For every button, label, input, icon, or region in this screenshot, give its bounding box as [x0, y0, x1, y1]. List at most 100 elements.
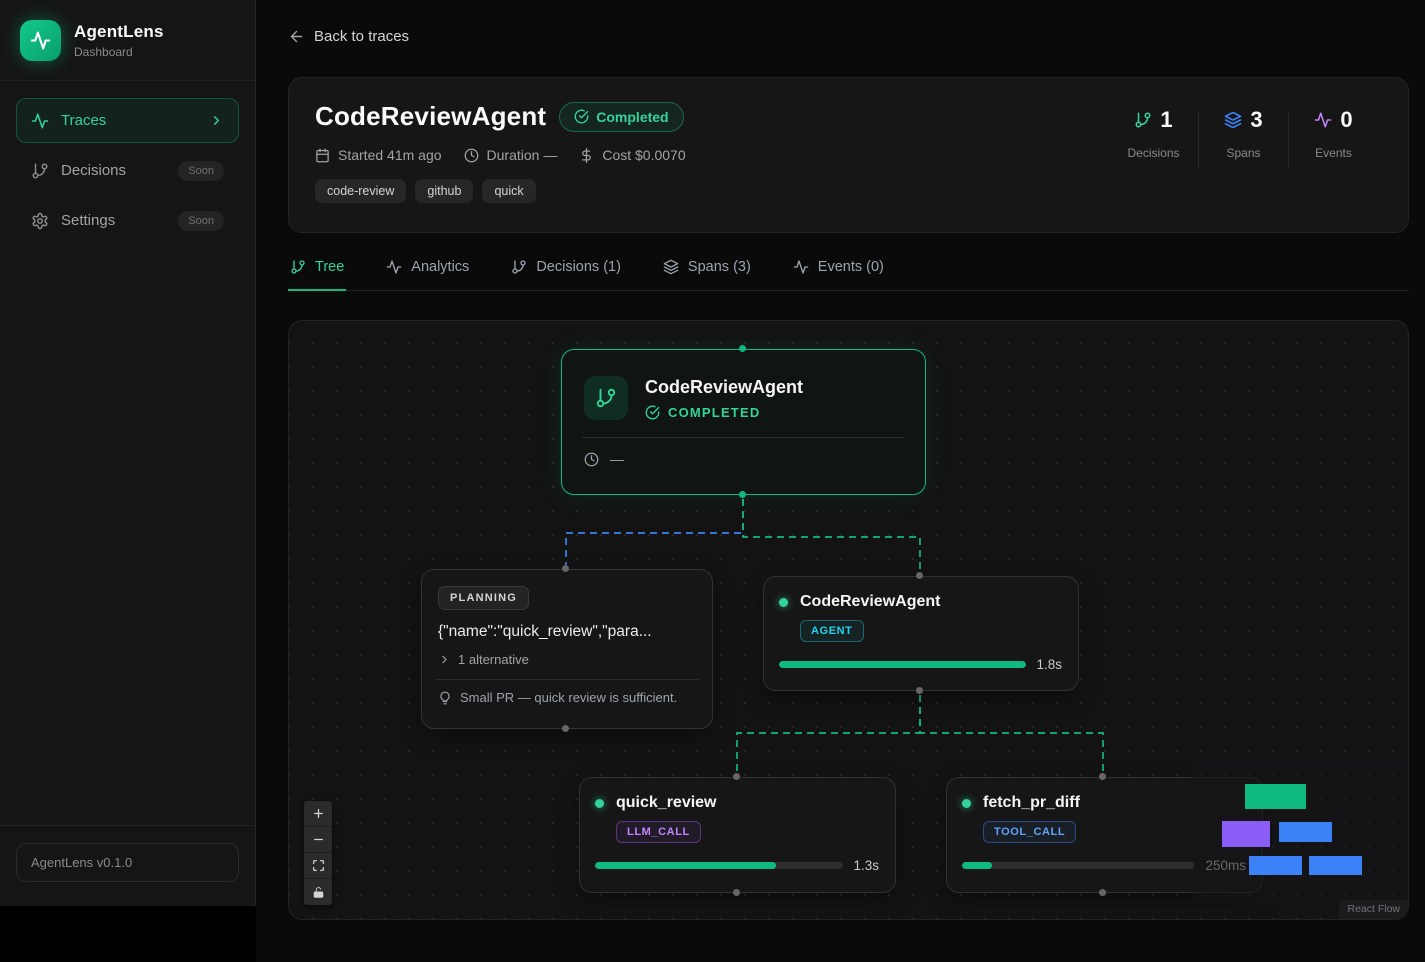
check-circle-icon [574, 109, 589, 124]
trace-header-left: CodeReviewAgent Completed Started 41m ag… [315, 101, 686, 232]
decision-reason: Small PR — quick review is sufficient. [460, 690, 677, 705]
node-root-agent[interactable]: CodeReviewAgent COMPLETED — [561, 349, 926, 495]
node-title: fetch_pr_diff [983, 794, 1080, 812]
tab-events[interactable]: Events (0) [791, 259, 886, 291]
arrow-left-icon [288, 28, 305, 45]
status-badge-label: Completed [596, 109, 668, 125]
status-dot [779, 598, 788, 607]
back-link-label: Back to traces [314, 28, 409, 45]
check-circle-icon [645, 405, 660, 420]
calendar-icon [315, 148, 330, 163]
stat-value: 0 [1340, 107, 1352, 133]
git-branch-icon [511, 259, 527, 275]
stat-spans: 3 Spans [1199, 107, 1288, 160]
fit-view-button[interactable] [304, 853, 332, 879]
node-handle [562, 725, 569, 732]
span-type-badge: LLM_CALL [616, 821, 701, 843]
soon-badge: Soon [178, 161, 224, 181]
node-handle [733, 773, 740, 780]
minimap[interactable] [1193, 756, 1409, 903]
duration-bar-track [595, 862, 843, 869]
sidebar-item-label: Decisions [61, 162, 166, 179]
sidebar-item-settings[interactable]: Settings Soon [16, 198, 239, 243]
duration-bar-fill [779, 661, 1026, 668]
node-handle [733, 889, 740, 896]
plus-icon [312, 807, 325, 820]
trace-header-card: CodeReviewAgent Completed Started 41m ag… [288, 77, 1409, 233]
node-handle [916, 572, 923, 579]
back-to-traces-link[interactable]: Back to traces [288, 28, 409, 45]
tab-label: Analytics [411, 259, 469, 275]
tab-decisions[interactable]: Decisions (1) [509, 259, 623, 291]
span-type-badge: TOOL_CALL [983, 821, 1076, 843]
minimap-node-decision [1222, 821, 1270, 847]
duration-bar-fill [595, 862, 776, 869]
tab-label: Spans (3) [688, 259, 751, 275]
tab-tree[interactable]: Tree [288, 259, 346, 291]
stat-label: Events [1289, 146, 1378, 160]
minimap-node-root [1245, 784, 1306, 809]
tab-label: Decisions (1) [536, 259, 621, 275]
stat-value: 3 [1250, 107, 1262, 133]
node-handle [1099, 889, 1106, 896]
soon-badge: Soon [178, 211, 224, 231]
sidebar: AgentLens Dashboard Traces [0, 0, 256, 906]
node-handle [739, 345, 746, 352]
cost-label: Cost $0.0070 [602, 147, 685, 163]
span-type-badge: AGENT [800, 620, 864, 642]
chevron-right-icon [438, 653, 451, 666]
sidebar-item-traces[interactable]: Traces [16, 98, 239, 143]
lock-button[interactable] [304, 879, 332, 905]
minimap-node-span [1249, 856, 1302, 875]
minus-icon [312, 833, 325, 846]
node-title: CodeReviewAgent [645, 377, 803, 398]
status-dot [595, 799, 604, 808]
lightbulb-icon [438, 691, 452, 705]
node-span-agent[interactable]: CodeReviewAgent AGENT 1.8s [763, 576, 1079, 691]
decision-type-badge: PLANNING [438, 586, 529, 610]
zoom-out-button[interactable] [304, 827, 332, 853]
stat-decisions: 1 Decisions [1109, 107, 1198, 160]
zoom-in-button[interactable] [304, 801, 332, 827]
fit-view-icon [312, 859, 325, 872]
react-flow-attribution[interactable]: React Flow [1339, 900, 1408, 919]
stat-label: Decisions [1109, 146, 1198, 160]
duration-bar-track [779, 661, 1026, 668]
chevron-right-icon [209, 113, 224, 128]
alternatives-toggle[interactable]: 1 alternative [438, 652, 696, 667]
node-handle [562, 565, 569, 572]
node-status: COMPLETED [668, 405, 760, 420]
node-decision-planning[interactable]: PLANNING {"name":"quick_review","para...… [421, 569, 713, 729]
cost-meta: Cost $0.0070 [579, 147, 685, 163]
tab-analytics[interactable]: Analytics [384, 259, 471, 291]
edge-agent-to-llm-span [737, 695, 920, 773]
node-handle [739, 491, 746, 498]
layers-icon [1224, 111, 1242, 129]
stat-events: 0 Events [1289, 107, 1378, 160]
activity-icon [1314, 111, 1332, 129]
sidebar-column: AgentLens Dashboard Traces [0, 0, 256, 962]
clock-icon [584, 452, 599, 467]
tab-spans[interactable]: Spans (3) [661, 259, 753, 291]
started-meta: Started 41m ago [315, 147, 442, 163]
duration-bar-fill [962, 862, 992, 869]
duration-label: Duration — [487, 147, 558, 163]
sidebar-item-decisions[interactable]: Decisions Soon [16, 148, 239, 193]
node-span-llm-call[interactable]: quick_review LLM_CALL 1.3s [579, 777, 896, 893]
duration-meta: Duration — [464, 147, 558, 163]
span-duration: 1.3s [853, 858, 879, 873]
node-title: quick_review [616, 794, 717, 812]
edge-root-to-agent-span [743, 499, 920, 572]
activity-icon [793, 259, 809, 275]
tag: quick [482, 179, 535, 203]
status-badge: Completed [559, 102, 683, 132]
started-label: Started 41m ago [338, 147, 442, 163]
flow-canvas[interactable]: CodeReviewAgent COMPLETED — [288, 320, 1409, 920]
clock-icon [464, 148, 479, 163]
trace-title: CodeReviewAgent [315, 101, 546, 132]
git-branch-icon [31, 162, 49, 180]
lock-icon [312, 886, 325, 899]
minimap-node-span [1279, 822, 1332, 842]
agentlens-logo[interactable] [20, 20, 61, 61]
main-content: Back to traces CodeReviewAgent Completed [256, 0, 1425, 962]
